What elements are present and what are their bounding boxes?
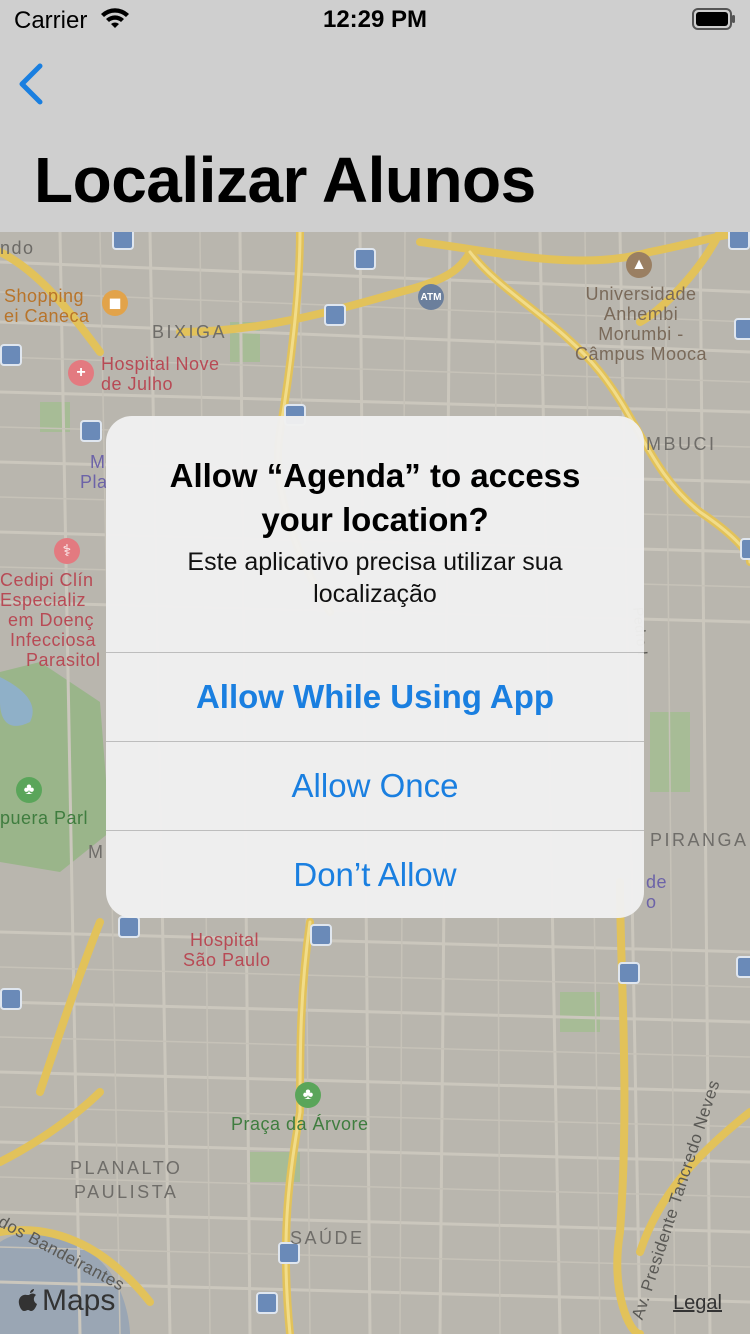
map-label: Hospital Nove bbox=[101, 354, 220, 374]
map-label: em Doenç bbox=[8, 610, 95, 630]
transit-icon[interactable] bbox=[618, 962, 640, 984]
transit-icon[interactable] bbox=[354, 248, 376, 270]
map-label: de bbox=[646, 872, 668, 892]
map-label: Câmpus Mooca bbox=[574, 344, 708, 364]
map-label: ndo bbox=[0, 238, 35, 258]
status-bar: Carrier 12:29 PM bbox=[0, 0, 750, 40]
dont-allow-button[interactable]: Don’t Allow bbox=[106, 830, 644, 918]
map-label: SAÚDE bbox=[290, 1228, 365, 1248]
battery-icon bbox=[692, 8, 736, 30]
map-label: puera Parl bbox=[0, 808, 89, 828]
map-label: São Paulo bbox=[183, 950, 271, 970]
transit-icon[interactable] bbox=[728, 232, 750, 250]
page-title: Localizar Alunos bbox=[34, 144, 536, 216]
transit-icon[interactable] bbox=[736, 956, 750, 978]
transit-icon[interactable] bbox=[310, 924, 332, 946]
allow-once-button[interactable]: Allow Once bbox=[106, 741, 644, 830]
map-label: BIXIGA bbox=[152, 322, 228, 342]
maps-brand-label: Maps bbox=[42, 1284, 116, 1317]
transit-icon[interactable] bbox=[0, 988, 22, 1010]
map-label: PAULISTA bbox=[74, 1182, 179, 1202]
transit-icon[interactable] bbox=[118, 916, 140, 938]
map-label: M bbox=[90, 452, 106, 472]
map-label: Morumbi - bbox=[598, 324, 684, 344]
map-label: de Julho bbox=[101, 374, 174, 394]
transit-icon[interactable] bbox=[112, 232, 134, 250]
map-label: Parasitol bbox=[26, 650, 101, 670]
hospital-icon[interactable]: + bbox=[68, 360, 94, 386]
map-label: Praça da Árvore bbox=[231, 1114, 369, 1134]
legal-link[interactable]: Legal bbox=[673, 1292, 722, 1315]
clock-label: 12:29 PM bbox=[322, 6, 428, 33]
tree-icon[interactable]: ♣ bbox=[295, 1082, 321, 1108]
map-label: Shopping bbox=[4, 286, 85, 306]
chevron-left-icon bbox=[19, 63, 43, 105]
map-label: ei Caneca bbox=[4, 306, 90, 326]
transit-icon[interactable] bbox=[0, 344, 22, 366]
map-label: M bbox=[88, 842, 106, 862]
map-label: PIRANGA bbox=[650, 830, 749, 850]
map-label: PLANALTO bbox=[70, 1158, 183, 1178]
apple-logo-icon bbox=[18, 1288, 40, 1314]
map-label: Cedipi Clín bbox=[0, 570, 94, 590]
map-label: Hospital bbox=[190, 930, 260, 950]
back-button[interactable] bbox=[10, 58, 54, 110]
map-label: o bbox=[646, 892, 657, 912]
alert-message: Este aplicativo precisa utilizar sua loc… bbox=[187, 548, 563, 608]
allow-while-using-app-button[interactable]: Allow While Using App bbox=[106, 652, 644, 741]
transit-icon[interactable] bbox=[256, 1292, 278, 1314]
navigation-bar: Localizar Alunos bbox=[0, 40, 750, 232]
map-label: MBUCI bbox=[646, 434, 717, 454]
map-label: Especializ bbox=[0, 590, 87, 610]
shopping-bag-icon[interactable]: ◼ bbox=[102, 290, 128, 316]
atm-icon[interactable]: ATM bbox=[418, 284, 444, 310]
map-label: Pla bbox=[80, 472, 108, 492]
maps-attribution: Maps bbox=[18, 1284, 115, 1318]
map-label: Anhembi bbox=[603, 304, 679, 324]
hospital-icon[interactable]: ⚕ bbox=[54, 538, 80, 564]
map-label: Universidade bbox=[585, 284, 697, 304]
transit-icon[interactable] bbox=[740, 538, 750, 560]
alert-title: Allow “Agenda” to access your location? bbox=[169, 457, 581, 538]
transit-icon[interactable] bbox=[734, 318, 750, 340]
transit-icon[interactable] bbox=[324, 304, 346, 326]
screen: ◼ + ⚕ ▲ ♣ ♣ ATM Shopping ei Caneca ndo B… bbox=[0, 0, 750, 1334]
transit-icon[interactable] bbox=[80, 420, 102, 442]
tree-icon[interactable]: ♣ bbox=[16, 777, 42, 803]
location-permission-alert: Allow “Agenda” to access your location? … bbox=[106, 416, 644, 918]
map-label: Infecciosa bbox=[10, 630, 97, 650]
graduation-cap-icon[interactable]: ▲ bbox=[626, 252, 652, 278]
